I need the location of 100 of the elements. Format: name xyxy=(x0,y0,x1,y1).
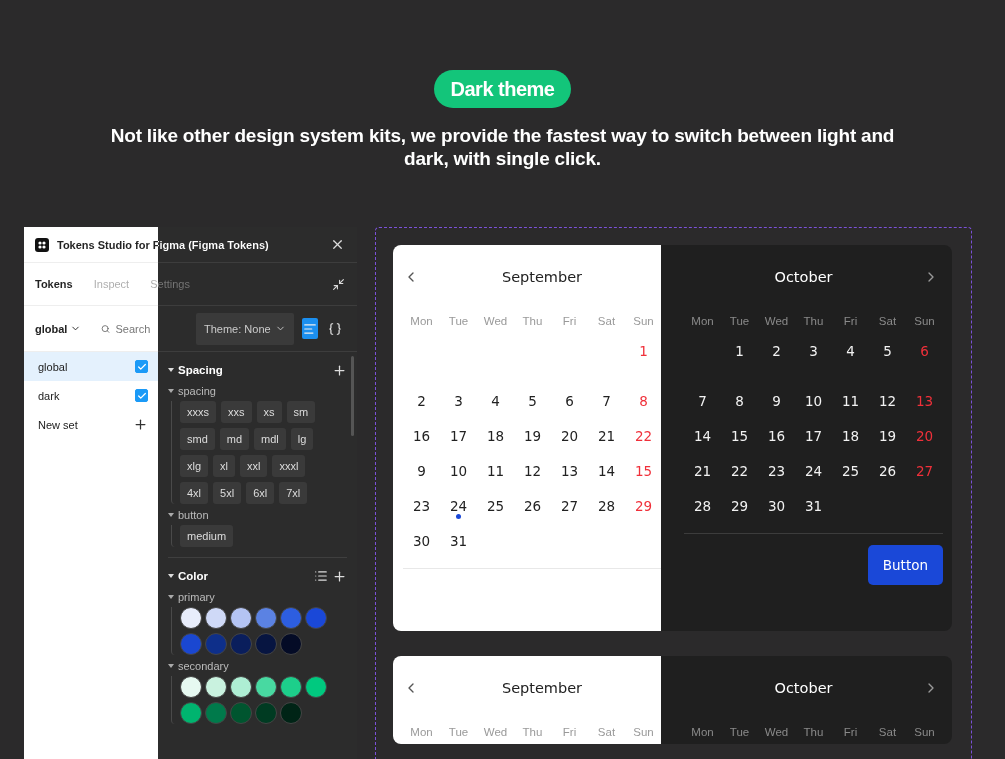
calendar-day[interactable]: 2 xyxy=(758,333,795,368)
calendar-day[interactable]: 15 xyxy=(625,453,662,488)
color-swatch[interactable] xyxy=(280,607,302,629)
calendar-day[interactable]: 4 xyxy=(832,333,869,368)
calendar-day[interactable]: 7 xyxy=(588,383,625,418)
calendar-day[interactable]: 8 xyxy=(625,383,662,418)
color-swatch[interactable] xyxy=(230,702,252,724)
plus-icon[interactable] xyxy=(133,417,148,432)
color-swatch[interactable] xyxy=(205,676,227,698)
calendar-day[interactable]: 23 xyxy=(403,488,440,523)
calendar-day[interactable]: 27 xyxy=(551,488,588,523)
color-swatch[interactable] xyxy=(180,702,202,724)
calendar-day[interactable]: 30 xyxy=(758,488,795,523)
calendar-day[interactable]: 3 xyxy=(440,383,477,418)
calendar-day[interactable]: 4 xyxy=(477,383,514,418)
set-dropdown[interactable]: global xyxy=(35,322,82,335)
calendar-day[interactable]: 12 xyxy=(869,383,906,418)
calendar-day[interactable]: 26 xyxy=(514,488,551,523)
calendar-day[interactable]: 10 xyxy=(795,383,832,418)
plus-icon[interactable] xyxy=(332,568,347,584)
calendar-day[interactable]: 17 xyxy=(795,418,832,453)
color-swatch[interactable] xyxy=(180,607,202,629)
collapse-icon[interactable] xyxy=(332,277,345,291)
calendar-day[interactable]: 14 xyxy=(684,418,721,453)
checkbox[interactable] xyxy=(135,389,148,402)
scrollbar-thumb[interactable] xyxy=(351,356,354,436)
calendar-day[interactable]: 15 xyxy=(721,418,758,453)
calendar-day[interactable]: 24 xyxy=(440,488,477,523)
list-icon[interactable] xyxy=(314,569,328,583)
calendar-day[interactable]: 10 xyxy=(440,453,477,488)
token-chip[interactable]: xs xyxy=(256,401,282,423)
calendar-day[interactable]: 12 xyxy=(514,453,551,488)
color-swatch[interactable] xyxy=(255,633,277,655)
color-swatch[interactable] xyxy=(255,676,277,698)
caret-icon[interactable] xyxy=(168,595,174,599)
token-chip[interactable]: smd xyxy=(180,428,215,450)
calendar-day[interactable]: 1 xyxy=(625,333,662,368)
color-swatch[interactable] xyxy=(305,676,327,698)
calendar-day[interactable]: 11 xyxy=(832,383,869,418)
calendar-day[interactable]: 3 xyxy=(795,333,832,368)
token-chip[interactable]: md xyxy=(219,428,250,450)
token-chip[interactable]: xl xyxy=(213,455,235,477)
calendar-day[interactable]: 13 xyxy=(906,383,943,418)
token-chip[interactable]: xxxs xyxy=(180,401,216,423)
list-view-button[interactable] xyxy=(301,318,319,339)
caret-icon[interactable] xyxy=(168,513,174,517)
calendar-day[interactable]: 28 xyxy=(684,488,721,523)
color-swatch[interactable] xyxy=(255,607,277,629)
calendar-day[interactable]: 1 xyxy=(721,333,758,368)
calendar-day[interactable]: 14 xyxy=(588,453,625,488)
calendar-day[interactable]: 22 xyxy=(721,453,758,488)
calendar-day[interactable]: 2 xyxy=(403,383,440,418)
color-swatch[interactable] xyxy=(230,633,252,655)
calendar-day[interactable]: 29 xyxy=(721,488,758,523)
token-chip[interactable]: mdl xyxy=(254,428,286,450)
checkbox[interactable] xyxy=(135,360,148,373)
calendar-day[interactable]: 25 xyxy=(832,453,869,488)
color-swatch[interactable] xyxy=(280,676,302,698)
token-chip[interactable]: lg xyxy=(290,428,314,450)
calendar-day[interactable]: 19 xyxy=(869,418,906,453)
calendar-day[interactable]: 31 xyxy=(795,488,832,523)
token-chip[interactable]: medium xyxy=(180,525,234,547)
calendar-day[interactable]: 11 xyxy=(477,453,514,488)
color-swatch[interactable] xyxy=(230,607,252,629)
token-set-item[interactable]: dark xyxy=(24,381,158,410)
token-chip[interactable]: xxl xyxy=(240,455,268,477)
color-swatch[interactable] xyxy=(205,702,227,724)
token-chip[interactable]: xlg xyxy=(180,455,209,477)
color-swatch[interactable] xyxy=(180,633,202,655)
search-field[interactable]: Search xyxy=(101,322,158,335)
caret-icon[interactable] xyxy=(168,664,174,668)
calendar-day[interactable]: 21 xyxy=(684,453,721,488)
calendar-day[interactable]: 20 xyxy=(906,418,943,453)
calendar-day[interactable]: 28 xyxy=(588,488,625,523)
calendar-day[interactable]: 25 xyxy=(477,488,514,523)
calendar-day[interactable]: 18 xyxy=(832,418,869,453)
color-swatch[interactable] xyxy=(205,607,227,629)
calendar-day[interactable]: 24 xyxy=(795,453,832,488)
calendar-day[interactable]: 6 xyxy=(551,383,588,418)
color-swatch[interactable] xyxy=(255,702,277,724)
token-chip[interactable]: xxs xyxy=(221,401,252,423)
theme-dropdown[interactable]: Theme: None xyxy=(196,312,294,345)
token-chip[interactable]: sm xyxy=(286,401,316,423)
plus-icon[interactable] xyxy=(332,362,347,378)
calendar-day[interactable]: 22 xyxy=(625,418,662,453)
calendar-day[interactable]: 21 xyxy=(588,418,625,453)
calendar-day[interactable]: 9 xyxy=(758,383,795,418)
calendar-day[interactable]: 13 xyxy=(551,453,588,488)
calendar-day[interactable]: 5 xyxy=(514,383,551,418)
token-chip[interactable]: 7xl xyxy=(279,482,308,504)
color-swatch[interactable] xyxy=(180,676,202,698)
close-icon[interactable] xyxy=(330,237,345,252)
token-chip[interactable]: 4xl xyxy=(180,482,209,504)
calendar-day[interactable]: 17 xyxy=(440,418,477,453)
token-chip[interactable]: 6xl xyxy=(246,482,275,504)
calendar-day[interactable]: 19 xyxy=(514,418,551,453)
calendar-day[interactable]: 7 xyxy=(684,383,721,418)
color-swatch[interactable] xyxy=(205,633,227,655)
caret-icon[interactable] xyxy=(168,389,174,393)
calendar-day[interactable]: 8 xyxy=(721,383,758,418)
